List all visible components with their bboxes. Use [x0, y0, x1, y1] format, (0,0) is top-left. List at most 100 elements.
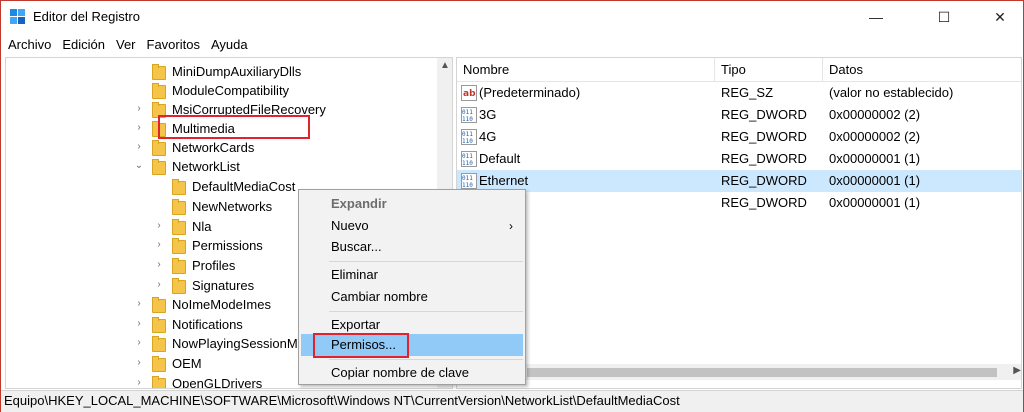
expander-icon[interactable]: › [154, 216, 164, 236]
value-type: REG_DWORD [721, 107, 807, 122]
tree-item[interactable]: › Signatures [154, 275, 254, 295]
menu-item-cambiar-nombre[interactable]: Cambiar nombre [301, 286, 523, 308]
tree-item[interactable]: MiniDumpAuxiliaryDlls [134, 61, 301, 81]
tree-item[interactable]: › Profiles [154, 255, 235, 275]
folder-icon [172, 179, 186, 195]
expander-icon[interactable]: › [134, 373, 144, 388]
menu-bar: Archivo Edición Ver Favoritos Ayuda [1, 35, 253, 55]
tree-item-label: NewNetworks [192, 198, 273, 214]
registry-editor-icon [10, 9, 25, 24]
table-row[interactable]: ab (Predeterminado) REG_SZ (valor no est… [457, 82, 1021, 104]
minimize-button[interactable]: — [853, 1, 899, 33]
menu-item-nuevo[interactable]: Nuevo › [301, 215, 523, 237]
svg-text:110: 110 [462, 182, 473, 189]
folder-icon [172, 278, 186, 294]
close-icon: ✕ [994, 8, 1006, 25]
highlight-selected-key [158, 115, 310, 139]
menu-favoritos[interactable]: Favoritos [141, 35, 205, 55]
tree-item[interactable]: › NoImeModeImes [134, 294, 271, 314]
expander-icon[interactable]: › [134, 294, 144, 314]
column-tipo[interactable]: Tipo [715, 58, 823, 82]
values-list[interactable]: Nombre Tipo Datos ab (Predeterminado) RE… [456, 57, 1022, 389]
menu-item-buscar[interactable]: Buscar... [301, 236, 523, 258]
registry-editor-window: Editor del Registro — ☐ ✕ Archivo Edició… [0, 0, 1024, 412]
submenu-arrow-icon: › [509, 219, 513, 233]
menu-item-eliminar[interactable]: Eliminar [301, 264, 523, 286]
status-bar: Equipo\HKEY_LOCAL_MACHINE\SOFTWARE\Micro… [1, 390, 1023, 412]
scroll-right-icon[interactable]: ▶ [1013, 365, 1021, 376]
close-button[interactable]: ✕ [977, 1, 1023, 33]
folder-icon [152, 102, 166, 118]
expander-icon[interactable]: › [154, 255, 164, 275]
tree-item-label: OEM [172, 355, 202, 371]
tree-item-label: Notifications [172, 316, 243, 332]
table-row[interactable]: REG_DWORD 0x00000001 (1) [457, 192, 1021, 214]
tree-item[interactable]: NewNetworks [154, 196, 272, 216]
expander-icon[interactable]: › [134, 99, 144, 119]
expander-icon[interactable]: › [154, 235, 164, 255]
menu-separator [329, 311, 523, 312]
menu-archivo[interactable]: Archivo [1, 35, 56, 55]
tree-item-label: MiniDumpAuxiliaryDlls [172, 63, 302, 79]
expander-icon[interactable] [134, 61, 144, 81]
folder-icon [152, 297, 166, 313]
folder-icon [152, 336, 166, 352]
table-row[interactable]: 011 110 Default REG_DWORD 0x00000001 (1) [457, 148, 1021, 170]
table-row[interactable]: 011 110 3G REG_DWORD 0x00000002 (2) [457, 104, 1021, 126]
menu-ver[interactable]: Ver [110, 35, 141, 55]
column-datos[interactable]: Datos [823, 58, 1021, 82]
expander-icon[interactable]: › [134, 353, 144, 373]
value-data: 0x00000002 (2) [829, 107, 921, 122]
scroll-thumb[interactable] [527, 368, 997, 377]
tree-item[interactable]: › OEM [134, 353, 202, 373]
table-row[interactable]: 011 110 4G REG_DWORD 0x00000002 (2) [457, 126, 1021, 148]
expander-icon[interactable]: › [134, 118, 144, 138]
tree-item-label: Permissions [192, 237, 263, 253]
value-data: (valor no establecido) [829, 85, 954, 100]
tree-item[interactable]: › NetworkCards [134, 137, 254, 157]
title-bar[interactable]: Editor del Registro — ☐ ✕ [1, 1, 1023, 33]
maximize-icon: ☐ [937, 8, 951, 25]
expander-icon[interactable]: › [134, 314, 144, 334]
menu-item-label: Nuevo [331, 218, 369, 233]
expander-icon[interactable]: › [154, 275, 164, 295]
expander-icon[interactable]: › [134, 137, 144, 157]
tree-item-label: OpenGLDrivers [172, 375, 263, 389]
menu-edicion[interactable]: Edición [56, 35, 110, 55]
tree-item[interactable]: › Nla [154, 216, 212, 236]
maximize-button[interactable]: ☐ [921, 1, 967, 33]
svg-text:110: 110 [462, 116, 473, 123]
value-data: 0x00000001 (1) [829, 151, 921, 166]
table-row-selected[interactable]: 011 110 Ethernet REG_DWORD 0x00000001 (1) [457, 170, 1021, 192]
folder-icon [152, 64, 166, 80]
menu-separator [329, 261, 523, 262]
tree-item[interactable]: › Notifications [134, 314, 243, 334]
folder-icon [152, 140, 166, 156]
expander-icon[interactable] [134, 80, 144, 100]
tree-item[interactable]: › OpenGLDrivers [134, 373, 263, 389]
value-name: 3G [479, 107, 497, 122]
folder-icon [152, 356, 166, 372]
binary-value-icon: 011110 [461, 151, 477, 167]
value-data: 0x00000001 (1) [829, 195, 921, 210]
menu-ayuda[interactable]: Ayuda [205, 35, 253, 55]
tree-item[interactable]: ModuleCompatibility [134, 80, 289, 100]
tree-item-label: Profiles [192, 257, 236, 273]
menu-item-copiar-nombre-clave[interactable]: Copiar nombre de clave [301, 362, 523, 384]
expander-icon[interactable] [154, 176, 164, 196]
expander-icon[interactable]: › [134, 333, 144, 353]
tree-item-networklist[interactable]: ⌄ NetworkList [134, 156, 240, 176]
list-horizontal-scrollbar[interactable]: ▶ [457, 364, 1021, 380]
scroll-up-icon[interactable]: ▲ [437, 60, 452, 74]
expander-icon[interactable]: ⌄ [134, 156, 144, 176]
folder-icon [152, 376, 166, 388]
menu-item-expandir[interactable]: Expandir [301, 193, 523, 215]
tree-item-label: Nla [192, 218, 212, 234]
expander-icon[interactable] [154, 196, 164, 216]
svg-text:011: 011 [462, 131, 473, 138]
column-nombre[interactable]: Nombre [457, 58, 715, 82]
tree-item-label: NoImeModeImes [172, 296, 271, 312]
tree-item-selected[interactable]: DefaultMediaCost [154, 176, 295, 196]
svg-text:011: 011 [462, 109, 473, 116]
tree-item[interactable]: › Permissions [154, 235, 263, 255]
